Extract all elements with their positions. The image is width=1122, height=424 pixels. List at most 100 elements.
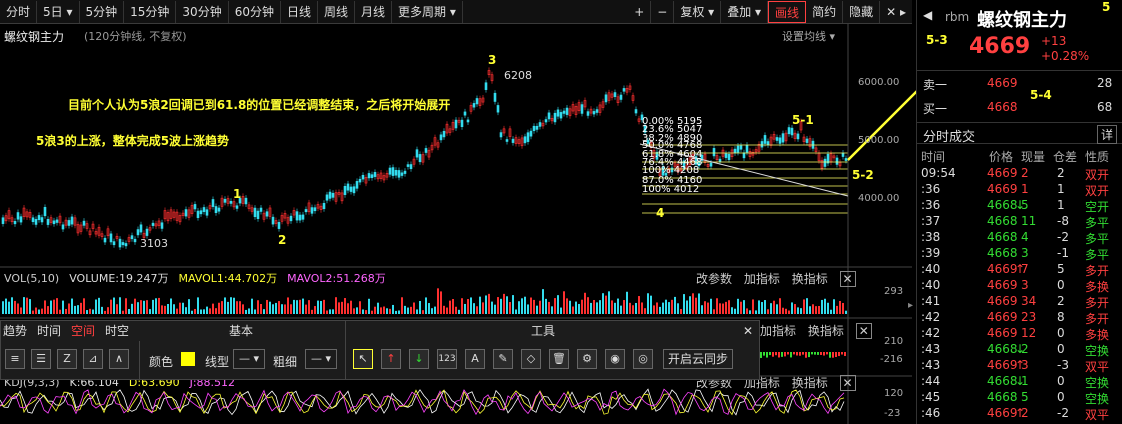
candle bbox=[577, 99, 581, 114]
text-icon[interactable]: A bbox=[465, 349, 485, 369]
period-tab-7[interactable]: 周线 bbox=[318, 0, 356, 23]
tab-time[interactable]: 时间 bbox=[37, 321, 61, 341]
parallel-lines-icon[interactable]: ≡ bbox=[5, 349, 25, 369]
trash-icon[interactable]: 🗑 bbox=[549, 349, 569, 369]
period-tab-8[interactable]: 月线 bbox=[355, 0, 393, 23]
candle bbox=[583, 97, 587, 110]
volume-bar bbox=[221, 301, 223, 314]
cursor-icon[interactable]: ↖ bbox=[353, 349, 373, 369]
candle bbox=[289, 213, 293, 224]
candle bbox=[70, 213, 74, 228]
volume-bar bbox=[227, 301, 229, 314]
tick-p: 4668 bbox=[987, 198, 1018, 212]
volume-bar bbox=[488, 293, 490, 314]
volume-close-icon[interactable]: ✕ bbox=[839, 271, 856, 287]
candle bbox=[196, 208, 200, 221]
volume-change-params[interactable]: 改参数 bbox=[696, 272, 732, 286]
tick-row: :37 4668 11 -8 多平 bbox=[917, 214, 1122, 230]
volume-add-indicator[interactable]: 加指标 bbox=[744, 272, 780, 286]
kdj-swap-indicator[interactable]: 换指标 bbox=[792, 376, 828, 390]
volume-bar bbox=[521, 298, 523, 314]
draw-line-button[interactable]: 画线 bbox=[768, 0, 807, 23]
candle bbox=[631, 92, 635, 104]
volume-bar bbox=[446, 307, 448, 314]
up-arrow-icon[interactable]: ↑ bbox=[381, 349, 401, 369]
candle bbox=[541, 120, 545, 129]
volume-swap-indicator[interactable]: 换指标 bbox=[792, 272, 828, 286]
volume-bar bbox=[509, 302, 511, 314]
candle bbox=[517, 136, 521, 147]
candle bbox=[286, 214, 290, 227]
candle bbox=[802, 134, 806, 145]
quote-panel: ◀ rbm 螺纹钢主力 4669 +13 +0.28% 卖一 4669 28 买… bbox=[916, 0, 1122, 424]
tick-n: 双平 bbox=[1085, 360, 1110, 374]
volume-bar bbox=[752, 299, 754, 314]
period-tab-4[interactable]: 30分钟 bbox=[176, 0, 229, 23]
header-volume: 现量 bbox=[1021, 150, 1046, 164]
volume-bar bbox=[395, 310, 397, 314]
candle bbox=[73, 214, 77, 229]
macd-close-icon[interactable]: ✕ bbox=[855, 323, 872, 339]
period-tab-5[interactable]: 60分钟 bbox=[229, 0, 281, 23]
candle bbox=[805, 135, 809, 146]
volume-bar bbox=[293, 299, 295, 314]
volume-bar bbox=[182, 302, 184, 314]
candle bbox=[562, 107, 566, 117]
period-tab-3[interactable]: 15分钟 bbox=[124, 0, 177, 23]
color-swatch[interactable] bbox=[181, 352, 195, 366]
tick-v: 4 bbox=[1021, 230, 1029, 244]
linetype-select[interactable]: — ▾ bbox=[233, 349, 265, 369]
period-tab-9[interactable]: 更多周期 ▾ bbox=[392, 0, 463, 23]
volume-bar bbox=[236, 301, 238, 314]
period-tab-2[interactable]: 5分钟 bbox=[80, 0, 125, 23]
simple-button[interactable]: 简约 bbox=[806, 0, 844, 23]
period-tab-1[interactable]: 5日 ▾ bbox=[37, 0, 80, 23]
period-tab-6[interactable]: 日线 bbox=[281, 0, 318, 23]
tools-close-icon[interactable]: ✕ bbox=[743, 321, 753, 341]
volume-bar bbox=[761, 302, 763, 314]
tab-time-space[interactable]: 时空 bbox=[105, 321, 129, 341]
gear-icon[interactable]: ⚙ bbox=[577, 349, 597, 369]
volume-bar bbox=[614, 302, 616, 314]
ticks-detail-button[interactable]: 详 bbox=[1097, 125, 1118, 144]
macd-add-indicator[interactable]: 加指标 bbox=[760, 324, 796, 338]
tab-space[interactable]: 空间 bbox=[71, 321, 95, 341]
macd-swap-indicator[interactable]: 换指标 bbox=[808, 324, 844, 338]
candle bbox=[397, 167, 401, 181]
volume-bar bbox=[737, 298, 739, 314]
restore-menu[interactable]: 复权 ▾ bbox=[674, 0, 722, 23]
volume-bar bbox=[125, 298, 127, 314]
tab-trend[interactable]: 趋势 bbox=[3, 321, 27, 341]
eye-icon[interactable]: ◉ bbox=[605, 349, 625, 369]
overlay-menu[interactable]: 叠加 ▾ bbox=[721, 0, 769, 23]
candle bbox=[166, 209, 170, 224]
volume-bar bbox=[809, 306, 811, 314]
candle bbox=[250, 204, 254, 215]
wave-icon[interactable]: ∧ bbox=[109, 349, 129, 369]
volume-label: VOL(5,10) bbox=[4, 271, 60, 285]
volume-bar bbox=[827, 302, 829, 314]
volume-axis-label: 293 bbox=[884, 286, 904, 297]
hide-eye-icon[interactable]: ◎ bbox=[633, 349, 653, 369]
pencil-icon[interactable]: ✎ bbox=[493, 349, 513, 369]
channel-lines-icon[interactable]: ☰ bbox=[31, 349, 51, 369]
volume-bar bbox=[86, 310, 88, 314]
zigzag-icon[interactable]: Z bbox=[57, 349, 77, 369]
candle bbox=[433, 134, 437, 149]
zoom-out-button[interactable]: − bbox=[651, 0, 675, 23]
tick-row: :36 4668 5 1 空开 ↓ bbox=[917, 198, 1122, 214]
candle bbox=[823, 156, 827, 170]
prev-arrow-icon[interactable]: ◀ bbox=[923, 8, 932, 22]
panel-toggle-icon[interactable]: ▸ bbox=[908, 300, 913, 311]
period-tab-0[interactable]: 分时 bbox=[0, 0, 38, 23]
eraser-icon[interactable]: ◇ bbox=[521, 349, 541, 369]
cloud-sync-button[interactable]: 开启云同步 bbox=[663, 349, 734, 369]
thickness-select[interactable]: — ▾ bbox=[305, 349, 337, 369]
volume-bar bbox=[287, 297, 289, 314]
fib-fan-icon[interactable]: ⊿ bbox=[83, 349, 103, 369]
candle bbox=[436, 139, 440, 151]
down-arrow-icon[interactable]: ↓ bbox=[409, 349, 429, 369]
kdj-close-icon[interactable]: ✕ bbox=[839, 375, 856, 391]
number-icon[interactable]: 123 bbox=[437, 349, 457, 369]
zoom-in-button[interactable]: + bbox=[628, 0, 652, 23]
